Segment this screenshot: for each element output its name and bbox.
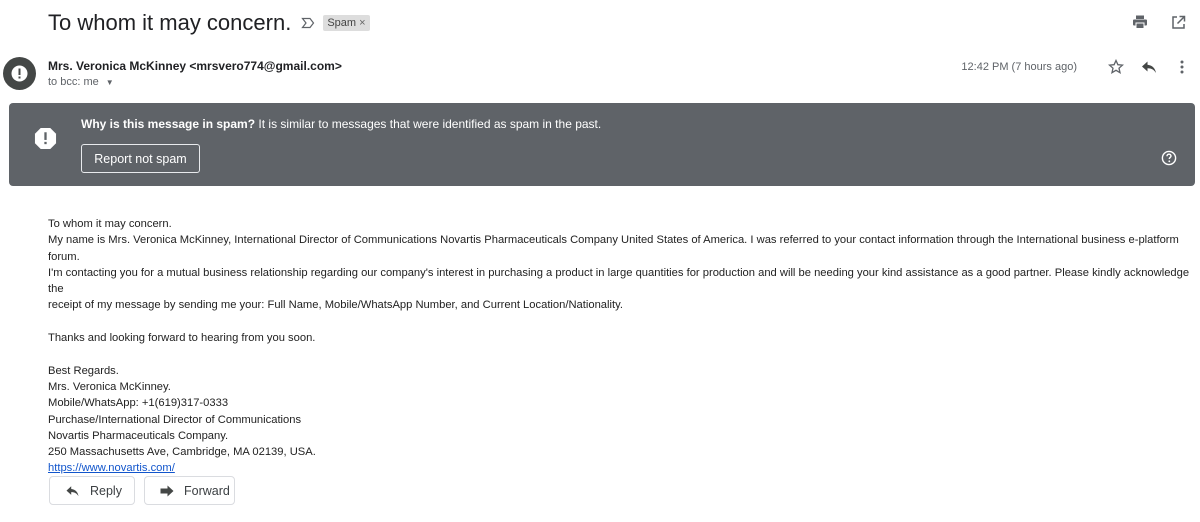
website-link[interactable]: https://www.novartis.com/ <box>48 462 175 474</box>
star-icon[interactable] <box>1106 57 1126 77</box>
email-subject: To whom it may concern. <box>48 10 292 35</box>
forward-label: Forward <box>184 483 230 498</box>
message-body: To whom it may concern. My name is Mrs. … <box>48 216 1198 477</box>
signature-line: Novartis Pharmaceuticals Company. <box>48 429 229 442</box>
print-icon[interactable] <box>1130 12 1150 32</box>
alert-avatar-icon <box>11 65 28 82</box>
message-timestamp: 12:42 PM (7 hours ago) <box>961 61 1077 73</box>
reply-arrow-icon <box>66 485 79 496</box>
subject-row: To whom it may concern. Spam × <box>48 9 370 37</box>
signature-line: Mobile/WhatsApp: +1(619)317-0333 <box>48 397 229 410</box>
signature-line: Purchase/International Director of Commu… <box>48 413 302 426</box>
signature-line: 250 Massachusetts Ave, Cambridge, MA 021… <box>48 446 316 459</box>
reply-button[interactable]: Reply <box>49 476 135 505</box>
recipient-text: to bcc: me <box>48 76 99 88</box>
body-line: My name is Mrs. Veronica McKinney, Inter… <box>48 234 1179 263</box>
forward-arrow-icon <box>160 485 174 496</box>
label-chip-text: Spam <box>327 17 357 29</box>
open-in-new-window-icon[interactable] <box>1168 12 1188 32</box>
body-line: To whom it may concern. <box>48 218 172 230</box>
spam-reason: It is similar to messages that were iden… <box>255 117 602 131</box>
spam-explanation: Why is this message in spam? It is simil… <box>81 117 601 131</box>
spam-label-chip: Spam × <box>323 15 370 31</box>
show-details-chevron-icon[interactable]: ▼ <box>106 78 114 87</box>
report-not-spam-button[interactable]: Report not spam <box>81 144 200 173</box>
recipient-line: to bcc: me ▼ <box>48 76 114 88</box>
importance-marker-icon[interactable] <box>301 16 315 30</box>
help-icon[interactable] <box>1161 150 1177 166</box>
signature-line: Mrs. Veronica McKinney. <box>48 380 171 393</box>
reply-label: Reply <box>90 483 122 498</box>
spam-warning-banner: Why is this message in spam? It is simil… <box>9 103 1195 186</box>
body-line: receipt of my message by sending me your… <box>48 299 623 312</box>
spam-question: Why is this message in spam? <box>81 117 256 131</box>
more-options-icon[interactable] <box>1172 57 1192 77</box>
reply-icon[interactable] <box>1139 57 1159 77</box>
forward-button[interactable]: Forward <box>144 476 235 505</box>
body-line: I'm contacting you for a mutual business… <box>48 266 1190 296</box>
sender-name[interactable]: Mrs. Veronica McKinney <mrsvero774@gmail… <box>48 59 342 73</box>
body-line: Thanks and looking forward to hearing fr… <box>48 332 316 345</box>
message-meta: 12:42 PM (7 hours ago) <box>961 57 1192 77</box>
top-toolbar <box>1130 12 1200 32</box>
signature-line: Best Regards. <box>48 364 119 377</box>
sender-avatar[interactable] <box>3 57 36 90</box>
spam-warning-icon <box>34 127 57 150</box>
remove-label-icon[interactable]: × <box>359 15 365 31</box>
